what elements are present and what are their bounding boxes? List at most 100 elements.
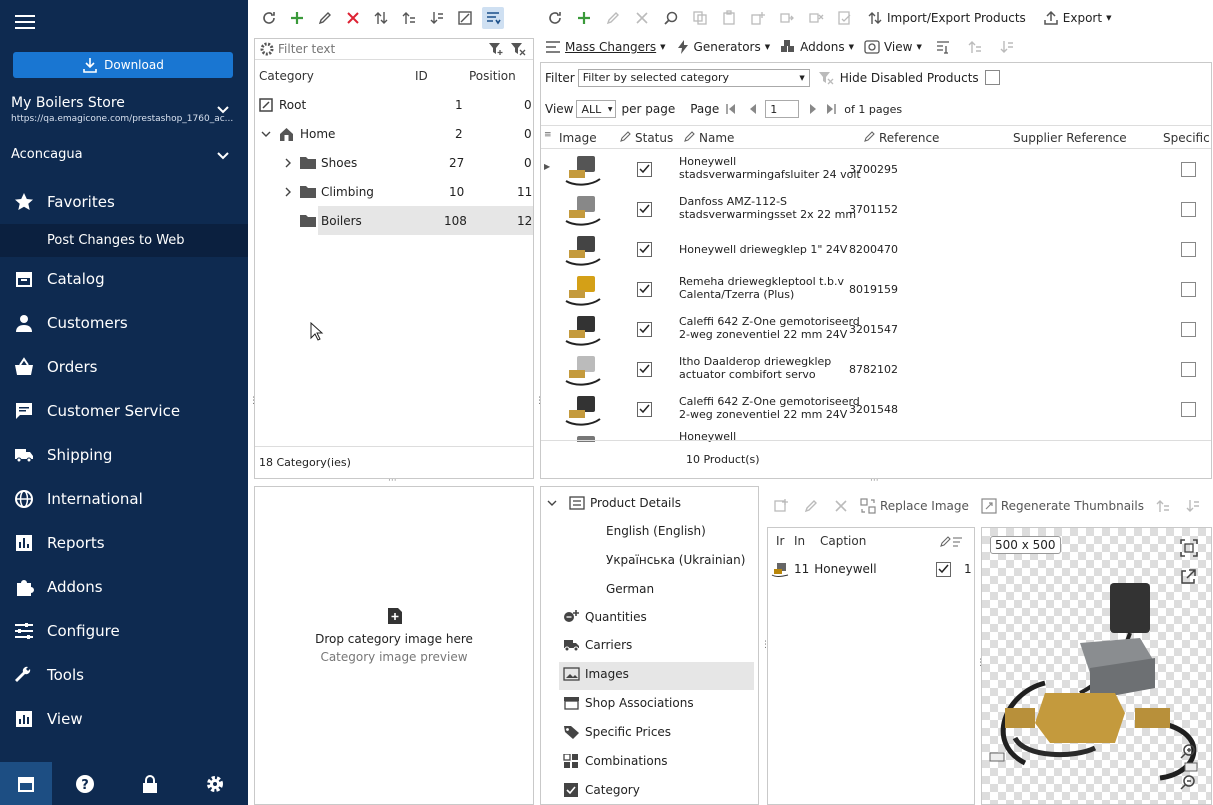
regenerate-thumbnails-button[interactable]: Regenerate Thumbnails: [981, 498, 1144, 514]
specific-checkbox[interactable]: [1181, 402, 1196, 417]
per-page-select[interactable]: ALL ▼: [576, 100, 617, 118]
horizontal-splitter[interactable]: ···: [388, 476, 397, 486]
move-up-button[interactable]: [398, 7, 420, 29]
chevron-down-icon[interactable]: [547, 498, 557, 508]
lock-button[interactable]: [117, 774, 182, 794]
filter-toggle-button[interactable]: [482, 7, 504, 29]
row-menu-icon[interactable]: ≡: [544, 130, 552, 140]
sidebar-item-favorites[interactable]: Favorites: [0, 180, 248, 224]
sidebar-item-addons[interactable]: Addons: [0, 565, 248, 609]
page-input[interactable]: 1: [765, 100, 800, 118]
category-row-boilers[interactable]: Boilers 108 12: [255, 206, 533, 235]
sidebar-item-customers[interactable]: Customers: [0, 301, 248, 345]
status-checkbox[interactable]: [637, 242, 652, 257]
sidebar-item-tools[interactable]: Tools: [0, 653, 248, 697]
edit-image-button[interactable]: [800, 495, 822, 517]
link-button[interactable]: [776, 7, 798, 29]
edit-category-button[interactable]: [314, 7, 336, 29]
details-item-carriers[interactable]: Carriers: [563, 638, 632, 652]
product-row[interactable]: Honeywell driewegklep 1" 24V 8200470: [541, 230, 1211, 270]
details-item-ukrainian[interactable]: Українська (Ukrainian): [606, 553, 745, 567]
move-up-button[interactable]: [1152, 495, 1174, 517]
category-filter-input[interactable]: [278, 42, 488, 56]
status-checkbox[interactable]: [637, 282, 652, 297]
edit-sort-icon[interactable]: [940, 535, 964, 547]
sidebar-item-shipping[interactable]: Shipping: [0, 433, 248, 477]
details-item-quantities[interactable]: Quantities: [563, 609, 647, 624]
specific-checkbox[interactable]: [1181, 162, 1196, 177]
hide-disabled-checkbox[interactable]: [984, 70, 1000, 85]
zoom-out-icon[interactable]: [1180, 774, 1196, 790]
add-product-button[interactable]: [573, 7, 595, 29]
filter-select[interactable]: Filter by selected category ▼: [577, 68, 810, 87]
first-page-icon[interactable]: [725, 103, 737, 115]
sidebar-item-orders[interactable]: Orders: [0, 345, 248, 389]
sidebar-item-reports[interactable]: Reports: [0, 521, 248, 565]
unlink-button[interactable]: [805, 7, 827, 29]
column-header-status[interactable]: Status: [620, 131, 673, 145]
category-image-panel[interactable]: Drop category image here Category image …: [254, 486, 534, 805]
status-checkbox[interactable]: [637, 322, 652, 337]
filter-add-icon[interactable]: [488, 42, 504, 56]
font-size-button[interactable]: [932, 36, 954, 58]
product-row[interactable]: Itho Daalderop driewegklep actuator combi…: [541, 350, 1211, 390]
duplicate-button[interactable]: [747, 7, 769, 29]
help-button[interactable]: ?: [52, 774, 117, 794]
sort-button[interactable]: [370, 7, 392, 29]
generators-menu[interactable]: Generators ▼: [676, 40, 770, 54]
vertical-splitter[interactable]: ⋮: [761, 640, 770, 650]
export-menu[interactable]: Export ▼: [1043, 10, 1111, 26]
details-item-category[interactable]: Category: [563, 783, 640, 797]
add-category-button[interactable]: [286, 7, 308, 29]
refresh-button[interactable]: [544, 7, 566, 29]
product-row[interactable]: Remeha driewegkleptool t.b.v Calenta/Tzer…: [541, 270, 1211, 310]
details-item-shop-associations[interactable]: Shop Associations: [563, 696, 694, 710]
image-edit-button[interactable]: [454, 7, 476, 29]
check-button[interactable]: [834, 7, 856, 29]
column-header-image[interactable]: Image: [559, 131, 597, 145]
column-header-id[interactable]: ID: [415, 69, 428, 83]
image-cover-checkbox[interactable]: [936, 561, 951, 577]
move-down-button[interactable]: [1182, 495, 1204, 517]
category-row-climbing[interactable]: Climbing 10 11: [255, 177, 533, 206]
move-up-button[interactable]: [964, 36, 986, 58]
view-menu[interactable]: View ▼: [864, 40, 922, 54]
edit-product-button[interactable]: [602, 7, 624, 29]
status-checkbox[interactable]: [637, 162, 652, 177]
specific-checkbox[interactable]: [1181, 202, 1196, 217]
store-button[interactable]: [0, 762, 52, 805]
sidebar-item-customer-service[interactable]: Customer Service: [0, 389, 248, 433]
horizontal-splitter[interactable]: ···: [870, 476, 879, 486]
column-header-position[interactable]: Position: [469, 69, 516, 83]
category-row-root[interactable]: Root 1 0: [255, 90, 533, 119]
mass-changers-menu[interactable]: Mass Changers ▼: [545, 40, 666, 54]
sidebar-item-international[interactable]: International: [0, 477, 248, 521]
delete-product-button[interactable]: [631, 7, 653, 29]
sidebar-item-catalog[interactable]: Catalog: [0, 257, 248, 301]
column-header-caption[interactable]: Caption: [820, 534, 866, 548]
search-button[interactable]: [660, 7, 682, 29]
specific-checkbox[interactable]: [1181, 322, 1196, 337]
vertical-splitter[interactable]: ⋮: [535, 396, 544, 406]
replace-image-button[interactable]: Replace Image: [860, 498, 969, 514]
add-image-button[interactable]: [770, 495, 792, 517]
column-header-name[interactable]: Name: [684, 131, 734, 145]
filter-clear-icon[interactable]: [818, 71, 834, 85]
move-down-button[interactable]: [996, 36, 1018, 58]
specific-checkbox[interactable]: [1181, 362, 1196, 377]
chevron-down-icon[interactable]: [261, 129, 271, 139]
details-item-images[interactable]: Images: [563, 667, 629, 681]
hamburger-menu-icon[interactable]: [15, 12, 35, 30]
column-header-specific[interactable]: Specific: [1163, 131, 1210, 145]
sidebar-item-view[interactable]: View: [0, 697, 248, 741]
category-row-shoes[interactable]: Shoes 27 0: [255, 148, 533, 177]
next-page-icon[interactable]: [807, 103, 819, 115]
download-button[interactable]: Download: [13, 52, 233, 78]
paste-button[interactable]: [718, 7, 740, 29]
addons-menu[interactable]: Addons ▼: [780, 40, 854, 54]
chevron-right-icon[interactable]: [283, 187, 293, 197]
column-header-in[interactable]: In: [794, 534, 805, 548]
status-checkbox[interactable]: [637, 402, 652, 417]
chevron-right-icon[interactable]: [283, 158, 293, 168]
sidebar-subitem-post-changes[interactable]: Post Changes to Web: [0, 224, 248, 257]
